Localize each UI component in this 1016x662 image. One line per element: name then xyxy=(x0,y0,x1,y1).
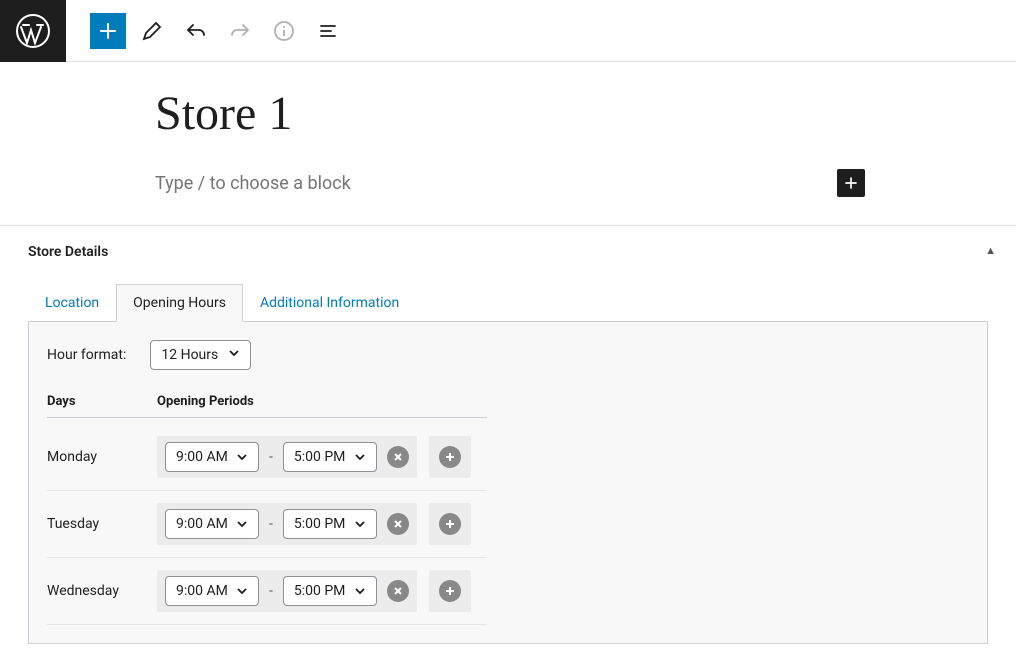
plus-icon xyxy=(96,19,120,43)
plus-icon xyxy=(841,173,861,193)
redo-button xyxy=(222,13,258,49)
day-label: Tuesday xyxy=(47,516,157,532)
day-row-wednesday: Wednesday 9:00 AM - 5:00 PM xyxy=(47,558,487,625)
block-placeholder[interactable]: Type / to choose a block xyxy=(155,173,351,194)
block-inserter-row: Type / to choose a block xyxy=(155,169,865,197)
add-block-button[interactable] xyxy=(90,13,126,49)
period-group: 9:00 AM - 5:00 PM xyxy=(157,570,417,612)
store-details-section: Store Details ▲ Location Opening Hours A… xyxy=(0,226,1016,662)
column-periods: Opening Periods xyxy=(157,394,254,409)
open-time-value: 9:00 AM xyxy=(176,583,228,599)
redo-icon xyxy=(228,19,252,43)
page-title[interactable]: Store 1 xyxy=(155,86,875,141)
add-period-button[interactable] xyxy=(429,436,471,478)
close-icon xyxy=(392,451,404,463)
remove-period-button[interactable] xyxy=(387,446,409,468)
chevron-down-icon xyxy=(354,518,366,530)
tab-location[interactable]: Location xyxy=(28,284,116,322)
edit-mode-button[interactable] xyxy=(134,13,170,49)
outline-icon xyxy=(316,19,340,43)
info-button xyxy=(266,13,302,49)
hour-format-label: Hour format: xyxy=(47,347,126,363)
close-time-value: 5:00 PM xyxy=(294,583,346,599)
undo-button[interactable] xyxy=(178,13,214,49)
plus-circle-icon xyxy=(439,580,461,602)
period-group: 9:00 AM - 5:00 PM xyxy=(157,436,417,478)
day-row-monday: Monday 9:00 AM - 5:00 PM xyxy=(47,424,487,491)
plus-circle-icon xyxy=(439,446,461,468)
hour-format-select[interactable]: 12 Hours xyxy=(150,340,251,370)
open-time-select[interactable]: 9:00 AM xyxy=(165,576,259,606)
editor-canvas: Store 1 Type / to choose a block xyxy=(0,62,1016,197)
undo-icon xyxy=(184,19,208,43)
close-time-value: 5:00 PM xyxy=(294,516,346,532)
open-time-value: 9:00 AM xyxy=(176,449,228,465)
editor-top-bar xyxy=(0,0,1016,62)
remove-period-button[interactable] xyxy=(387,580,409,602)
chevron-down-icon xyxy=(236,585,248,597)
chevron-down-icon xyxy=(236,518,248,530)
period-group: 9:00 AM - 5:00 PM xyxy=(157,503,417,545)
chevron-down-icon xyxy=(228,347,240,363)
hour-format-value: 12 Hours xyxy=(161,347,218,363)
section-title: Store Details xyxy=(28,244,988,260)
wordpress-logo[interactable] xyxy=(0,0,66,62)
plus-circle-icon xyxy=(439,513,461,535)
add-period-button[interactable] xyxy=(429,503,471,545)
day-label: Monday xyxy=(47,449,157,465)
tab-additional-info[interactable]: Additional Information xyxy=(243,284,416,322)
chevron-down-icon xyxy=(236,451,248,463)
day-row-tuesday: Tuesday 9:00 AM - 5:00 PM xyxy=(47,491,487,558)
open-time-select[interactable]: 9:00 AM xyxy=(165,509,259,539)
tab-opening-hours[interactable]: Opening Hours xyxy=(116,284,243,322)
chevron-down-icon xyxy=(354,585,366,597)
collapse-toggle[interactable]: ▲ xyxy=(985,244,996,257)
day-label: Wednesday xyxy=(47,583,157,599)
close-time-select[interactable]: 5:00 PM xyxy=(283,442,377,472)
hour-format-row: Hour format: 12 Hours xyxy=(47,340,969,370)
time-separator: - xyxy=(269,449,273,465)
add-period-button[interactable] xyxy=(429,570,471,612)
outline-button[interactable] xyxy=(310,13,346,49)
close-icon xyxy=(392,585,404,597)
hours-table: Days Opening Periods Monday 9:00 AM - 5:… xyxy=(47,394,487,625)
opening-hours-panel: Hour format: 12 Hours Days Opening Perio… xyxy=(28,322,988,644)
column-days: Days xyxy=(47,394,157,409)
open-time-value: 9:00 AM xyxy=(176,516,228,532)
hours-table-header: Days Opening Periods xyxy=(47,394,487,418)
time-separator: - xyxy=(269,516,273,532)
close-time-value: 5:00 PM xyxy=(294,449,346,465)
wordpress-icon xyxy=(15,13,51,49)
info-icon xyxy=(272,19,296,43)
close-time-select[interactable]: 5:00 PM xyxy=(283,576,377,606)
inline-add-block-button[interactable] xyxy=(837,169,865,197)
chevron-down-icon xyxy=(354,451,366,463)
detail-tabs: Location Opening Hours Additional Inform… xyxy=(28,284,988,322)
pencil-icon xyxy=(140,19,164,43)
open-time-select[interactable]: 9:00 AM xyxy=(165,442,259,472)
editor-toolbar xyxy=(66,13,346,49)
remove-period-button[interactable] xyxy=(387,513,409,535)
close-icon xyxy=(392,518,404,530)
close-time-select[interactable]: 5:00 PM xyxy=(283,509,377,539)
time-separator: - xyxy=(269,583,273,599)
